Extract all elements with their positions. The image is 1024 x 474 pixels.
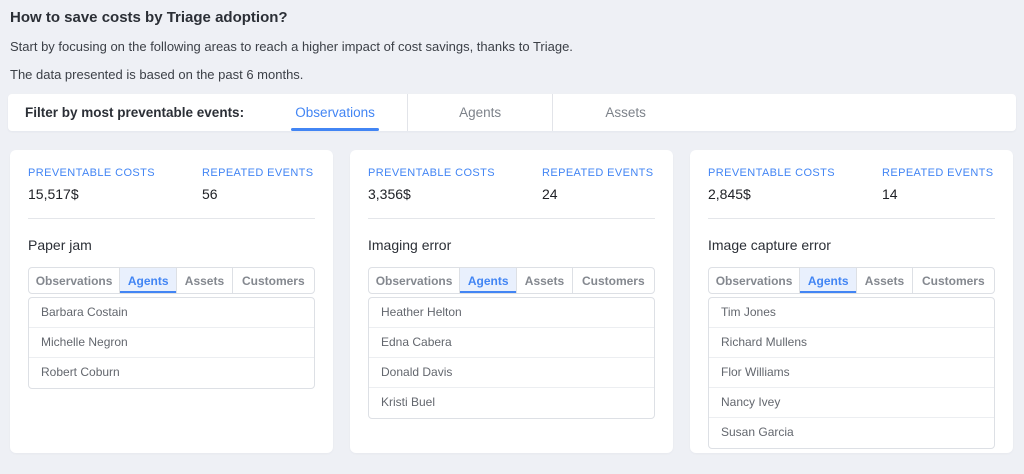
list-item[interactable]: Tim Jones xyxy=(709,298,994,328)
card-divider xyxy=(28,218,315,219)
card-paper-jam: PREVENTABLE COSTS 15,517$ REPEATED EVENT… xyxy=(10,150,333,453)
card-tab-agents[interactable]: Agents xyxy=(460,268,517,293)
list-item[interactable]: Nancy Ivey xyxy=(709,388,994,418)
preventable-costs-value: 15,517$ xyxy=(28,186,155,202)
card-tabs: Observations Agents Assets Customers xyxy=(28,267,315,294)
card-tab-customers[interactable]: Customers xyxy=(573,268,654,293)
list-item[interactable]: Flor Williams xyxy=(709,358,994,388)
preventable-costs-value: 3,356$ xyxy=(368,186,495,202)
preventable-costs-stat: PREVENTABLE COSTS 3,356$ xyxy=(368,167,495,202)
filter-tab-observations[interactable]: Observations xyxy=(263,94,408,131)
list-item[interactable]: Richard Mullens xyxy=(709,328,994,358)
preventable-costs-label: PREVENTABLE COSTS xyxy=(708,167,835,179)
cards-row: PREVENTABLE COSTS 15,517$ REPEATED EVENT… xyxy=(10,150,1014,453)
card-tab-observations[interactable]: Observations xyxy=(709,268,800,293)
repeated-events-label: REPEATED EVENTS xyxy=(542,167,655,179)
list-item[interactable]: Susan Garcia xyxy=(709,418,994,448)
repeated-events-stat: REPEATED EVENTS 56 xyxy=(202,167,315,202)
card-image-capture-error: PREVENTABLE COSTS 2,845$ REPEATED EVENTS… xyxy=(690,150,1013,453)
page-subtitle-2: The data presented is based on the past … xyxy=(10,67,1014,82)
preventable-costs-value: 2,845$ xyxy=(708,186,835,202)
filter-tab-agents[interactable]: Agents xyxy=(408,94,553,131)
card-stats: PREVENTABLE COSTS 2,845$ REPEATED EVENTS… xyxy=(708,167,995,202)
agents-list: Heather Helton Edna Cabera Donald Davis … xyxy=(368,297,655,419)
card-tab-observations[interactable]: Observations xyxy=(29,268,120,293)
filter-label: Filter by most preventable events: xyxy=(25,105,244,120)
card-tabs: Observations Agents Assets Customers xyxy=(368,267,655,294)
filter-tabs: Observations Agents Assets xyxy=(263,94,698,131)
list-item[interactable]: Barbara Costain xyxy=(29,298,314,328)
card-tab-agents[interactable]: Agents xyxy=(120,268,177,293)
card-tab-observations[interactable]: Observations xyxy=(369,268,460,293)
list-item[interactable]: Heather Helton xyxy=(369,298,654,328)
filter-bar: Filter by most preventable events: Obser… xyxy=(8,94,1016,131)
repeated-events-label: REPEATED EVENTS xyxy=(882,167,995,179)
list-item[interactable]: Michelle Negron xyxy=(29,328,314,358)
list-item[interactable]: Robert Coburn xyxy=(29,358,314,388)
card-stats: PREVENTABLE COSTS 3,356$ REPEATED EVENTS… xyxy=(368,167,655,202)
repeated-events-value: 14 xyxy=(882,186,995,202)
preventable-costs-label: PREVENTABLE COSTS xyxy=(368,167,495,179)
card-divider xyxy=(708,218,995,219)
repeated-events-value: 56 xyxy=(202,186,315,202)
agents-list: Barbara Costain Michelle Negron Robert C… xyxy=(28,297,315,389)
list-item[interactable]: Kristi Buel xyxy=(369,388,654,418)
card-tab-assets[interactable]: Assets xyxy=(857,268,912,293)
card-title: Imaging error xyxy=(368,237,655,253)
filter-tab-assets[interactable]: Assets xyxy=(553,94,698,131)
card-title: Paper jam xyxy=(28,237,315,253)
page-subtitle: Start by focusing on the following areas… xyxy=(10,39,1014,54)
card-tab-assets[interactable]: Assets xyxy=(177,268,232,293)
preventable-costs-stat: PREVENTABLE COSTS 15,517$ xyxy=(28,167,155,202)
list-item[interactable]: Edna Cabera xyxy=(369,328,654,358)
card-tab-agents[interactable]: Agents xyxy=(800,268,857,293)
card-tabs: Observations Agents Assets Customers xyxy=(708,267,995,294)
repeated-events-value: 24 xyxy=(542,186,655,202)
card-title: Image capture error xyxy=(708,237,995,253)
card-tab-customers[interactable]: Customers xyxy=(233,268,314,293)
list-item[interactable]: Donald Davis xyxy=(369,358,654,388)
card-tab-assets[interactable]: Assets xyxy=(517,268,572,293)
card-stats: PREVENTABLE COSTS 15,517$ REPEATED EVENT… xyxy=(28,167,315,202)
card-divider xyxy=(368,218,655,219)
card-imaging-error: PREVENTABLE COSTS 3,356$ REPEATED EVENTS… xyxy=(350,150,673,453)
preventable-costs-label: PREVENTABLE COSTS xyxy=(28,167,155,179)
repeated-events-stat: REPEATED EVENTS 24 xyxy=(542,167,655,202)
page-title: How to save costs by Triage adoption? xyxy=(10,9,1014,26)
preventable-costs-stat: PREVENTABLE COSTS 2,845$ xyxy=(708,167,835,202)
repeated-events-stat: REPEATED EVENTS 14 xyxy=(882,167,995,202)
repeated-events-label: REPEATED EVENTS xyxy=(202,167,315,179)
card-tab-customers[interactable]: Customers xyxy=(913,268,994,293)
page-header: How to save costs by Triage adoption? St… xyxy=(0,0,1024,82)
agents-list: Tim Jones Richard Mullens Flor Williams … xyxy=(708,297,995,449)
